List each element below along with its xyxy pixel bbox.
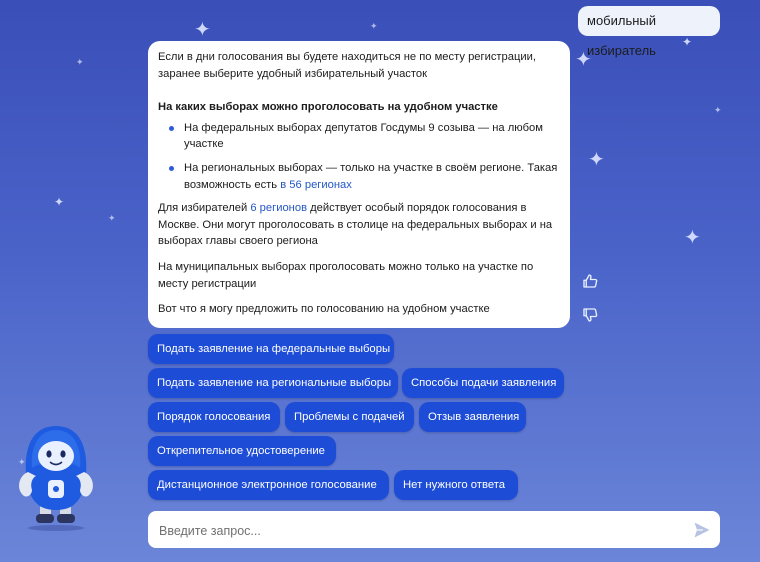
bot-subheading: На каких выборах можно проголосовать на … [158, 101, 498, 114]
bullet-dot-icon [169, 125, 174, 131]
bot-paragraph-moscow: Для избирателей 6 регионов действует осо… [158, 200, 560, 250]
robot-mascot [19, 426, 93, 531]
suggestion-remote-e-voting[interactable]: Дистанционное электронное голосование [148, 470, 389, 500]
suggestion-regional-application[interactable]: Подать заявление на региональные выборы [148, 368, 398, 398]
send-icon[interactable] [692, 520, 712, 540]
suggestion-no-answer[interactable]: Нет нужного ответа [394, 470, 518, 500]
suggestion-application-methods[interactable]: Способы подачи заявления [402, 368, 564, 398]
sparkle-icon: ✦ [194, 19, 211, 41]
thumbs-up-icon[interactable] [581, 272, 599, 290]
bot-intro-text: Если в дни голосования вы будете находит… [158, 51, 537, 80]
regions-6-link[interactable]: 6 регионов [250, 202, 307, 214]
search-input[interactable] [157, 511, 681, 550]
sparkle-icon: ✦ [108, 213, 116, 223]
suggestion-absentee-certificate[interactable]: Открепительное удостоверение [148, 436, 336, 466]
list-item: На региональных выборах — только на учас… [169, 160, 560, 193]
bullet-text: На региональных выборах — только на учас… [184, 161, 558, 191]
thumbs-down-icon[interactable] [581, 306, 599, 324]
list-item: На федеральных выборах депутатов Госдумы… [169, 120, 560, 153]
suggestion-submission-problems[interactable]: Проблемы с подачей [285, 402, 414, 432]
query-input-bar [148, 511, 720, 550]
sparkle-icon: ✦ [588, 149, 605, 171]
user-message-bubble: мобильный избиратель [578, 6, 720, 58]
bot-paragraph-municipal: На муниципальных выборах проголосовать м… [158, 260, 534, 290]
bot-bullet-list: На федеральных выборах депутатов Госдумы… [158, 120, 560, 193]
suggestion-federal-application[interactable]: Подать заявление на федеральные выборы [148, 334, 394, 364]
sparkle-icon: ✦ [370, 21, 378, 31]
suggestion-voting-procedure[interactable]: Порядок голосования [148, 402, 280, 432]
sparkle-icon: ✦ [682, 35, 693, 49]
suggestion-withdraw-application[interactable]: Отзыв заявления [419, 402, 526, 432]
sparkle-icon: ✦ [54, 195, 65, 209]
sparkle-icon: ✦ [76, 57, 84, 67]
user-message-text: мобильный избиратель [587, 13, 657, 58]
bullet-text: На федеральных выборах депутатов Госдумы… [184, 121, 543, 151]
paragraph-text: Для избирателей [158, 202, 251, 215]
bullet-dot-icon [169, 165, 174, 171]
sparkle-icon: ✦ [714, 105, 722, 115]
bot-paragraph-offer: Вот что я могу предложить по голосованию… [158, 303, 490, 316]
sparkle-icon: ✦ [684, 227, 701, 249]
bot-message-bubble: Если в дни голосования вы будете находит… [148, 41, 570, 328]
regions-56-link[interactable]: в 56 регионах [280, 179, 352, 191]
